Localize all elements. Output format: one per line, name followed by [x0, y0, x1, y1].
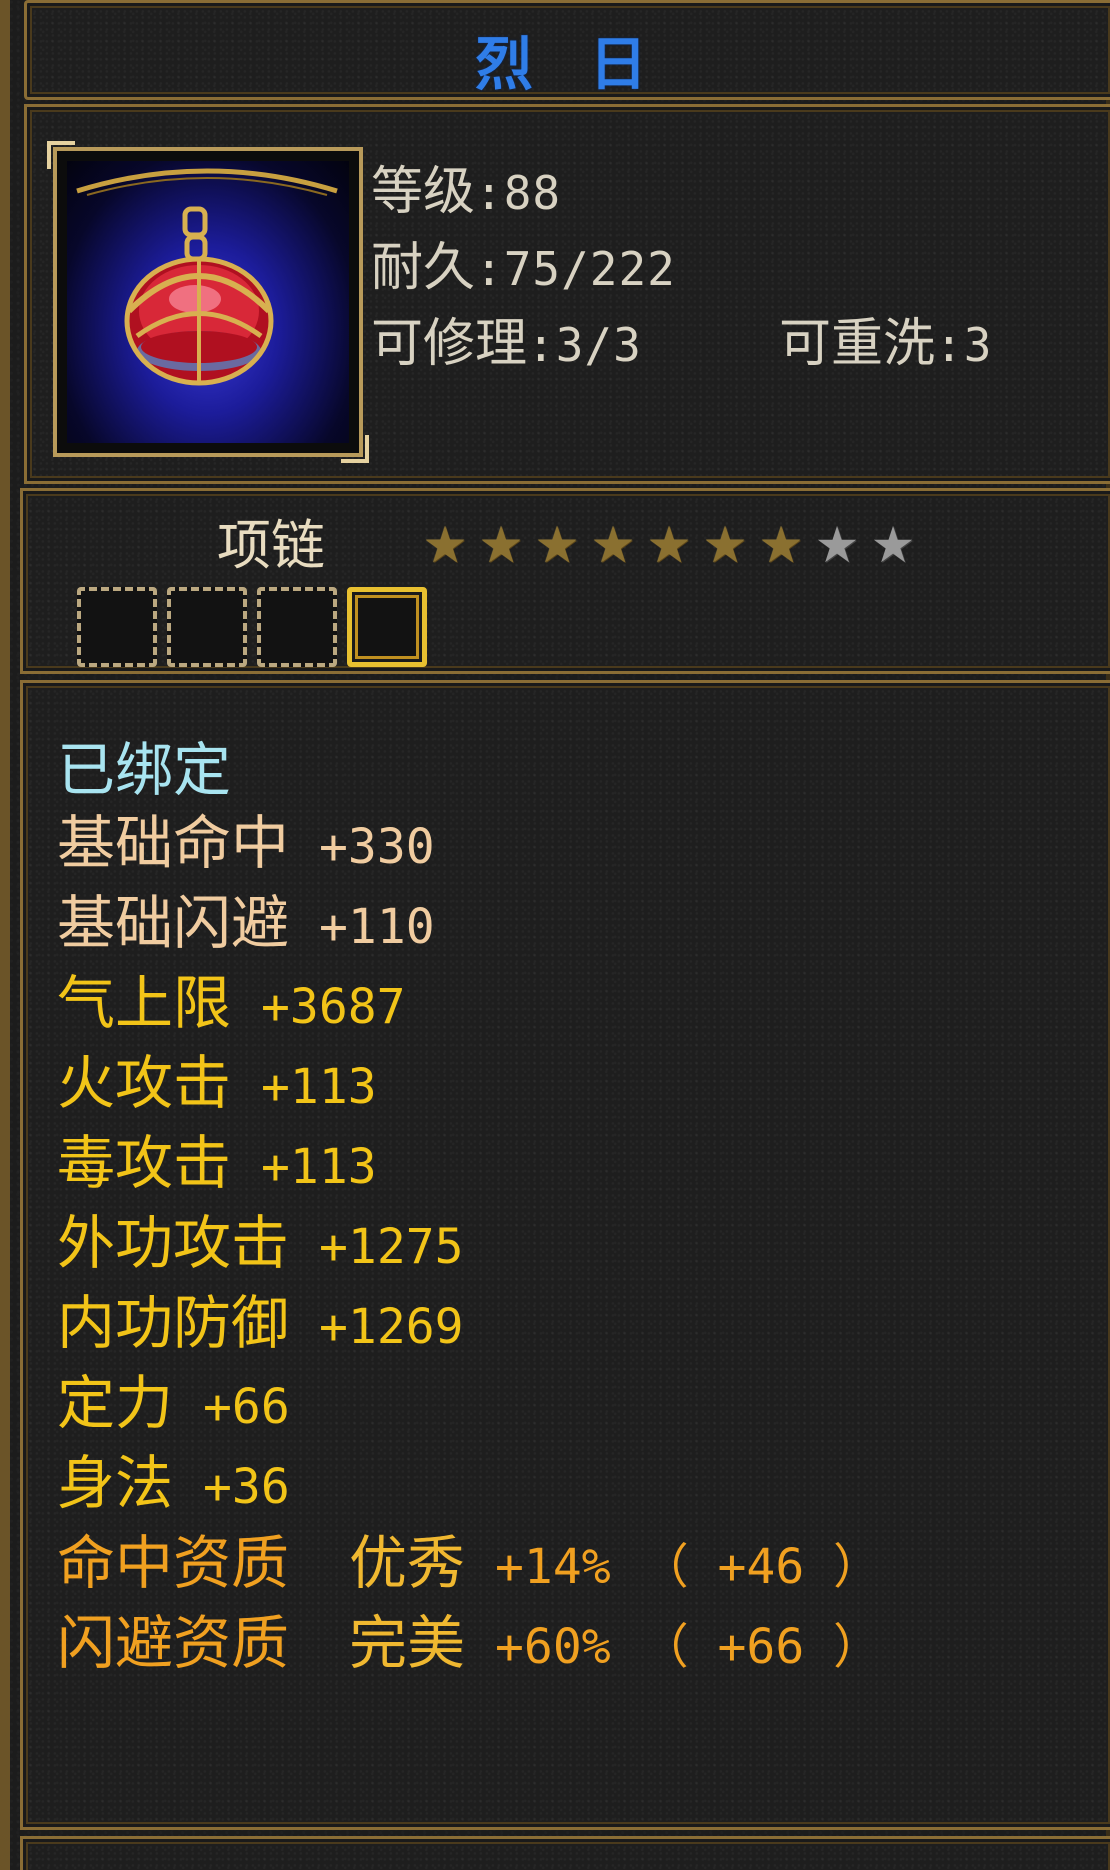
stat-row: 基础闪避 +110 [57, 883, 881, 963]
star-empty-icon: ★ [814, 516, 860, 574]
aptitude-row: 闪避资质 完美 +60% （ +66 ） [57, 1603, 881, 1683]
stat-row: 气上限 +3687 [57, 963, 881, 1043]
stat-value: +1269 [319, 1299, 464, 1355]
stat-value: +66 [203, 1379, 290, 1435]
aptitude-bonus: （ +66 ） [640, 1619, 882, 1675]
stat-name: 毒攻击 [57, 1129, 232, 1197]
star-filled-icon: ★ [478, 516, 524, 574]
item-type: 项链 [217, 514, 325, 577]
gem-slot[interactable] [167, 587, 247, 667]
gem-slot[interactable] [77, 587, 157, 667]
repair-line: 可修理:3/3 [371, 301, 642, 376]
stat-value: +110 [319, 899, 435, 955]
star-filled-icon: ★ [702, 516, 748, 574]
aptitude-name: 命中资质 [57, 1529, 290, 1597]
stats-panel: 已绑定 基础命中 +330 基础闪避 +110 气上限 +3687 火攻击 +113 毒攻击 +1… [20, 680, 1110, 1830]
star-filled-icon: ★ [590, 516, 636, 574]
stat-row: 火攻击 +113 [57, 1043, 881, 1123]
item-icon-frame [47, 141, 369, 463]
aptitude-grade: 完美 [349, 1609, 466, 1677]
stat-name: 身法 [57, 1449, 174, 1517]
title-bar: 烈 日 [24, 0, 1110, 100]
stat-name: 气上限 [57, 969, 232, 1037]
aptitude-grade: 优秀 [349, 1529, 466, 1597]
rewash-line: 可重洗:3 [779, 301, 992, 376]
aptitude-name: 闪避资质 [57, 1609, 290, 1677]
level-value: :88 [475, 166, 562, 220]
stat-row: 毒攻击 +113 [57, 1123, 881, 1203]
stat-row: 内功防御 +1269 [57, 1283, 881, 1363]
gem-slot-active[interactable] [347, 587, 427, 667]
repair-value: :3/3 [527, 318, 642, 372]
stat-value: +3687 [261, 979, 406, 1035]
stat-value: +113 [261, 1139, 377, 1195]
aptitude-percent: +14% [495, 1539, 611, 1595]
star-empty-icon: ★ [870, 516, 916, 574]
ruby-necklace-icon [67, 161, 349, 443]
stat-list: 基础命中 +330 基础闪避 +110 气上限 +3687 火攻击 +113 毒攻击 +113 外功… [57, 803, 881, 1683]
level-label: 等级 [371, 162, 476, 222]
rewash-value: :3 [935, 318, 993, 372]
item-tooltip: 烈 日 等级:88 耐久:75/222 可修理:3/3 可重洗:3 项链 ★ ★… [0, 0, 1110, 1870]
repair-label: 可修理 [371, 314, 528, 374]
stat-name: 基础闪避 [57, 889, 290, 957]
stat-row: 基础命中 +330 [57, 803, 881, 883]
aptitude-bonus: （ +46 ） [640, 1539, 882, 1595]
star-filled-icon: ★ [758, 516, 804, 574]
rewash-label: 可重洗 [779, 314, 936, 374]
star-filled-icon: ★ [534, 516, 580, 574]
item-info-panel: 等级:88 耐久:75/222 可修理:3/3 可重洗:3 [24, 104, 1110, 484]
level-line: 等级:88 [371, 149, 561, 224]
stat-value: +330 [319, 819, 435, 875]
bound-status: 已绑定 [57, 736, 232, 804]
stat-row: 身法 +36 [57, 1443, 881, 1523]
stat-name: 基础命中 [57, 809, 290, 877]
star-rating: ★ ★ ★ ★ ★ ★ ★ ★ ★ [421, 516, 917, 574]
stat-value: +1275 [319, 1219, 464, 1275]
stat-name: 外功攻击 [57, 1209, 290, 1277]
durability-line: 耐久:75/222 [371, 225, 676, 300]
star-filled-icon: ★ [422, 516, 468, 574]
stat-row: 定力 +66 [57, 1363, 881, 1443]
stat-value: +36 [203, 1459, 290, 1515]
stat-value: +113 [261, 1059, 377, 1115]
aptitude-row: 命中资质 优秀 +14% （ +46 ） [57, 1523, 881, 1603]
stat-name: 内功防御 [57, 1289, 290, 1357]
item-name: 烈 日 [474, 30, 666, 98]
aptitude-percent: +60% [495, 1619, 611, 1675]
durability-label: 耐久 [371, 238, 476, 298]
durability-value: :75/222 [475, 242, 676, 296]
stat-row: 外功攻击 +1275 [57, 1203, 881, 1283]
stat-name: 定力 [57, 1369, 174, 1437]
footer-panel [20, 1836, 1110, 1870]
gem-slot[interactable] [257, 587, 337, 667]
type-stars-panel: 项链 ★ ★ ★ ★ ★ ★ ★ ★ ★ [20, 488, 1110, 674]
star-filled-icon: ★ [646, 516, 692, 574]
gem-slots [77, 587, 427, 667]
stat-name: 火攻击 [57, 1049, 232, 1117]
